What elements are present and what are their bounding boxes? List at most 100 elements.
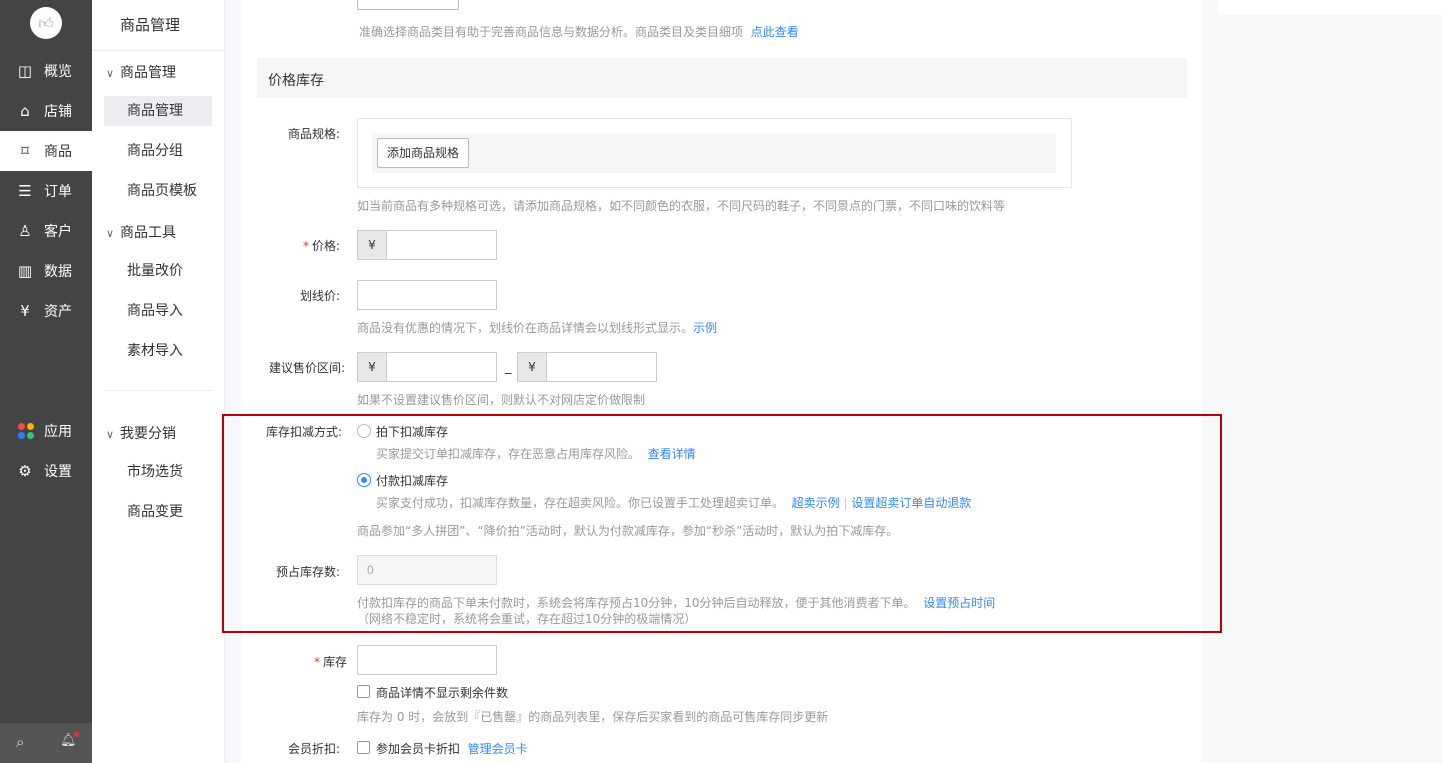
sidebar-item-goods-management[interactable]: 商品管理 xyxy=(104,96,212,126)
suggest-range-label: 建议售价区间: xyxy=(268,361,345,375)
suggest-min-input[interactable] xyxy=(386,352,497,382)
nav-item-goods[interactable]: ⌑ 商品 xyxy=(0,131,92,171)
nav-item-label: 订单 xyxy=(44,184,72,200)
user-icon: ♙ xyxy=(18,222,32,240)
nav-item-overview[interactable]: ◫ 概览 xyxy=(0,51,92,91)
category-help: 准确选择商品类目有助于完善商品信息与数据分析。商品类目及类目细项 点此查看 xyxy=(359,23,799,40)
help-text: 买家支付成功，扣减库存数量，存在超卖风险。你已设置手工处理超卖订单。 xyxy=(376,496,785,510)
yen-coin-icon: ¥ xyxy=(20,302,30,320)
sidebar-item-batch-price[interactable]: 批量改价 xyxy=(104,256,212,286)
set-reserve-time-link[interactable]: 设置预占时间 xyxy=(923,596,995,610)
label-text: 库存 xyxy=(322,655,347,669)
required-star: * xyxy=(313,655,320,669)
nav-item-data[interactable]: ▥ 数据 xyxy=(0,251,92,291)
spec-inner xyxy=(372,133,1056,173)
option-deduct-on-order[interactable]: 拍下扣减库存 xyxy=(376,423,448,440)
required-star: * xyxy=(302,239,309,253)
nav-item-store[interactable]: ⌂ 店铺 xyxy=(0,91,92,131)
range-dash: _ xyxy=(505,360,512,375)
chevron-down-icon: ∨ xyxy=(106,227,115,240)
member-discount-checkbox[interactable] xyxy=(357,741,370,754)
sidebar-item-goods-group[interactable]: 商品分组 xyxy=(104,136,212,166)
strike-price-help: 商品没有优惠的情况下，划线价在商品详情会以划线形式显示。示例 xyxy=(357,319,717,336)
divider xyxy=(104,390,212,391)
order-icon: ☰ xyxy=(18,182,32,200)
reserve-stock-label: 预占库存数: xyxy=(275,565,340,579)
member-discount-checkbox-label[interactable]: 参加会员卡折扣 管理会员卡 xyxy=(376,740,528,757)
nav-item-apps[interactable]: 应用 xyxy=(0,411,92,451)
help-text: 买家提交订单扣减库存，存在恶意占用库存风险。 xyxy=(376,447,641,461)
help-text: 付款扣库存的商品下单未付款时，系统会将库存预占10分钟，10分钟后自动释放，便于… xyxy=(357,596,916,610)
oversell-example-link[interactable]: 超卖示例 xyxy=(792,496,840,510)
nav-item-label: 客户 xyxy=(44,224,72,240)
tag-icon: ⌑ xyxy=(21,142,29,160)
option-deduct-on-payment[interactable]: 付款扣减库存 xyxy=(376,472,448,489)
nav-item-label: 应用 xyxy=(44,424,72,440)
stock-help: 库存为 0 时，会放到『已售罄』的商品列表里，保存后买家看到的商品可售库存同步更… xyxy=(357,710,829,724)
group-goods-management[interactable]: ∨ 商品管理 xyxy=(106,62,176,82)
price-label: * 价格: xyxy=(250,237,340,254)
reserve-stock-input[interactable] xyxy=(357,555,497,585)
strike-price-label: 划线价: xyxy=(299,289,340,303)
group-label: 商品管理 xyxy=(120,65,176,81)
bar-chart-icon: ▥ xyxy=(17,262,33,280)
stock-deduct-label: 库存扣减方式: xyxy=(265,425,342,439)
shop-logo-icon[interactable]: 👍︎ xyxy=(30,7,62,39)
reserve-help-2: （网络不稳定时，系统将会重试，存在超过10分钟的极端情况） xyxy=(357,612,697,626)
apps-grid-icon xyxy=(18,423,34,439)
option1-help: 买家提交订单扣减库存，存在恶意占用库存风险。 查看详情 xyxy=(376,445,696,462)
example-link[interactable]: 示例 xyxy=(693,321,717,335)
radio-deduct-on-order[interactable] xyxy=(357,424,371,438)
nav-item-assets[interactable]: ¥ 资产 xyxy=(0,291,92,331)
select-category-button[interactable] xyxy=(357,0,459,10)
view-details-link[interactable]: 查看详情 xyxy=(648,447,696,461)
hide-remaining-label[interactable]: 商品详情不显示剩余件数 xyxy=(376,684,508,701)
chevron-down-icon: ∨ xyxy=(106,428,115,441)
nav-item-label: 商品 xyxy=(44,144,72,160)
checkbox-text: 参加会员卡折扣 xyxy=(376,742,461,756)
auto-refund-link[interactable]: 设置超卖订单自动退款 xyxy=(851,496,971,510)
right-panel xyxy=(1218,0,1442,15)
sidebar-item-page-template[interactable]: 商品页模板 xyxy=(104,176,212,206)
divider xyxy=(92,50,225,51)
sidebar-item-market-select[interactable]: 市场选货 xyxy=(104,457,212,487)
spec-help: 如当前商品有多种规格可选，请添加商品规格，如不同颜色的衣服，不同尺码的鞋子，不同… xyxy=(357,199,1006,213)
label-text: 价格: xyxy=(311,239,340,253)
hide-remaining-checkbox[interactable] xyxy=(357,685,370,698)
sidebar-title: 商品管理 xyxy=(120,16,181,34)
store-icon: ⌂ xyxy=(20,102,30,120)
radio-deduct-on-payment[interactable] xyxy=(357,473,371,487)
member-discount-label: 会员折扣: xyxy=(287,742,340,756)
nav-item-label: 数据 xyxy=(44,264,72,280)
currency-addon: ¥ xyxy=(357,352,387,382)
nav-item-orders[interactable]: ☰ 订单 xyxy=(0,171,92,211)
dashboard-icon: ◫ xyxy=(17,62,33,80)
sidebar-item-goods-change[interactable]: 商品变更 xyxy=(104,497,212,527)
sidebar-item-material-import[interactable]: 素材导入 xyxy=(104,336,212,366)
group-goods-tools[interactable]: ∨ 商品工具 xyxy=(106,222,176,242)
suggest-max-input[interactable] xyxy=(546,352,657,382)
add-spec-button[interactable]: 添加商品规格 xyxy=(377,138,469,168)
stock-deduct-note: 商品参加“多人拼团”、“降价拍”活动时，默认为付款减库存，参加“秒杀”活动时，默… xyxy=(357,524,899,538)
manage-member-card-link[interactable]: 管理会员卡 xyxy=(468,742,528,756)
nav-item-customers[interactable]: ♙ 客户 xyxy=(0,211,92,251)
nav-item-label: 资产 xyxy=(44,304,72,320)
help-text: 准确选择商品类目有助于完善商品信息与数据分析。商品类目及类目细项 xyxy=(359,25,744,39)
strike-price-input[interactable] xyxy=(357,280,497,310)
price-input[interactable] xyxy=(386,230,497,260)
search-icon[interactable]: ⌕ xyxy=(16,733,24,751)
sidebar-item-goods-import[interactable]: 商品导入 xyxy=(104,296,212,326)
gear-icon: ⚙ xyxy=(18,462,32,480)
group-label: 商品工具 xyxy=(120,225,176,241)
section-header xyxy=(257,58,1187,98)
chevron-down-icon: ∨ xyxy=(106,67,115,80)
view-category-link[interactable]: 点此查看 xyxy=(751,25,799,39)
nav-item-settings[interactable]: ⚙ 设置 xyxy=(0,451,92,491)
nav-item-label: 设置 xyxy=(44,464,72,480)
reserve-help: 付款扣库存的商品下单未付款时，系统会将库存预占10分钟，10分钟后自动释放，便于… xyxy=(357,594,995,611)
nav-item-label: 概览 xyxy=(44,64,72,80)
group-distribution[interactable]: ∨ 我要分销 xyxy=(106,423,176,443)
currency-addon: ¥ xyxy=(517,352,547,382)
section-title: 价格库存 xyxy=(268,73,324,89)
stock-input[interactable] xyxy=(357,645,497,675)
